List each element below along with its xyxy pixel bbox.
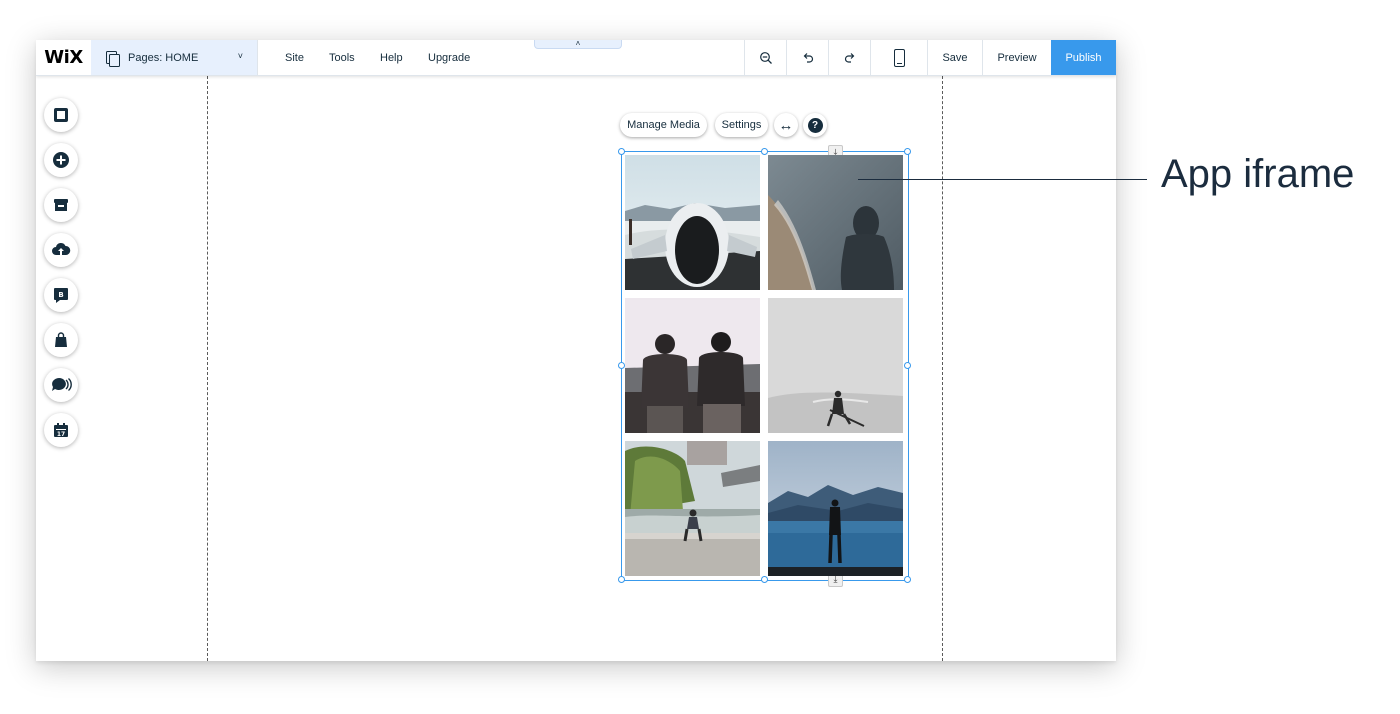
zoom-out-icon — [759, 51, 772, 64]
app-iframe-callout-label: App iframe — [1161, 152, 1355, 196]
menu-upgrade-label: Upgrade — [428, 51, 471, 64]
gallery-photo[interactable] — [768, 155, 903, 290]
plane-wreck-photo — [625, 155, 760, 290]
app-iframe-gallery[interactable]: ⤓ ⤓ — [618, 145, 911, 587]
app-market-icon — [54, 199, 68, 211]
upload-button[interactable] — [44, 233, 78, 267]
resize-handle-top-left[interactable] — [618, 148, 625, 155]
callout-line — [858, 179, 1147, 180]
zoom-out-button[interactable] — [744, 40, 786, 75]
menu-site[interactable]: Site — [285, 40, 304, 75]
resize-handle-bottom-right[interactable] — [904, 576, 911, 583]
hooded-person-shore-photo — [768, 155, 903, 290]
menu-tools[interactable]: Tools — [329, 40, 355, 75]
pages-dropdown[interactable]: Pages: HOME ˅ — [91, 40, 258, 75]
settings-button[interactable]: Settings — [715, 113, 768, 137]
redo-button[interactable] — [828, 40, 870, 75]
store-button[interactable] — [44, 323, 78, 357]
help-button[interactable]: ? — [803, 113, 827, 137]
undo-button[interactable] — [786, 40, 828, 75]
menu-site-label: Site — [285, 51, 304, 64]
gallery-photo[interactable] — [625, 155, 760, 290]
add-icon — [53, 152, 69, 168]
app-market-button[interactable] — [44, 188, 78, 222]
mobile-phone-icon — [893, 48, 905, 67]
publish-button[interactable]: Publish — [1051, 40, 1116, 75]
chat-button[interactable] — [44, 368, 78, 402]
resize-handle-bottom-left[interactable] — [618, 576, 625, 583]
blog-button[interactable]: B — [44, 278, 78, 312]
undo-icon — [803, 52, 813, 63]
chat-icon — [52, 377, 72, 392]
svg-text:B: B — [58, 291, 63, 299]
svg-text:17: 17 — [57, 431, 65, 438]
stretch-arrows-icon: ↔ — [778, 116, 794, 134]
redo-icon — [844, 52, 854, 63]
bookings-button[interactable]: 17 — [44, 413, 78, 447]
add-button[interactable] — [44, 143, 78, 177]
stretch-button[interactable]: ↔ — [774, 113, 798, 137]
save-button[interactable]: Save — [927, 40, 982, 75]
person-desert-photo — [768, 298, 903, 433]
blog-icon: B — [54, 288, 68, 303]
top-bar: WiX Pages: HOME ˅ Site Tools Help Upgrad… — [36, 40, 1116, 76]
bookings-calendar-icon: 17 — [54, 423, 68, 438]
collapse-toolbar-tab[interactable]: ˄ — [534, 40, 622, 49]
store-bag-icon — [55, 332, 67, 347]
chevron-down-icon: ˅ — [237, 51, 243, 61]
gallery-photo[interactable] — [625, 298, 760, 433]
gallery-photo[interactable] — [768, 441, 903, 576]
gallery-photo[interactable] — [768, 298, 903, 433]
pages-icon — [106, 50, 120, 67]
menu-upgrade[interactable]: Upgrade — [428, 40, 470, 75]
mobile-view-button[interactable] — [870, 40, 927, 75]
resize-handle-top[interactable] — [761, 148, 768, 155]
menu-tools-label: Tools — [329, 51, 355, 64]
right-toolbar: Save Preview Publish — [744, 40, 1116, 75]
editor-window: WiX Pages: HOME ˅ Site Tools Help Upgrad… — [36, 40, 1116, 661]
man-lake-mountains-photo — [768, 441, 903, 576]
pages-dropdown-label: Pages: HOME — [128, 51, 199, 64]
resize-handle-top-right[interactable] — [904, 148, 911, 155]
menu-help[interactable]: Help — [380, 40, 403, 75]
resize-handle-bottom[interactable] — [761, 576, 768, 583]
help-icon: ? — [807, 117, 823, 133]
wix-logo[interactable]: WiX — [36, 40, 91, 75]
right-page-guide — [942, 76, 943, 661]
resize-handle-right[interactable] — [904, 362, 911, 369]
two-men-backs-photo — [625, 298, 760, 433]
manage-media-button[interactable]: Manage Media — [620, 113, 707, 137]
left-dock: B 17 — [44, 98, 78, 458]
resize-handle-left[interactable] — [618, 362, 625, 369]
menu-help-label: Help — [380, 51, 403, 64]
preview-button[interactable]: Preview — [982, 40, 1051, 75]
man-sitting-river-photo — [625, 441, 760, 576]
gallery-photo[interactable] — [625, 441, 760, 576]
upload-icon — [52, 242, 71, 255]
left-page-guide — [207, 76, 208, 661]
background-icon — [54, 108, 68, 122]
background-button[interactable] — [44, 98, 78, 132]
